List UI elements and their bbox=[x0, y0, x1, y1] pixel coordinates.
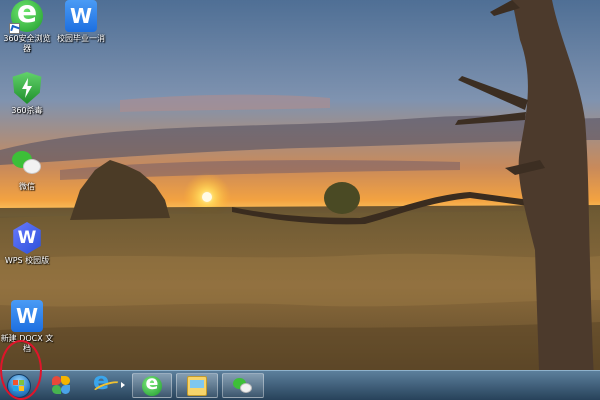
internet-explorer-icon bbox=[93, 367, 115, 395]
start-button[interactable] bbox=[4, 374, 34, 398]
desktop-icon-wechat[interactable]: 微信 bbox=[0, 148, 54, 192]
wps-document-icon bbox=[65, 0, 97, 32]
wechat-icon bbox=[11, 148, 43, 180]
wps-document-icon bbox=[11, 300, 43, 332]
taskbar-wechat[interactable] bbox=[222, 373, 264, 398]
taskbar-pinwheel-app[interactable] bbox=[46, 373, 76, 398]
desktop-icon-label: 校园毕业一消 bbox=[57, 34, 105, 43]
desktop-icon-label: 新建 DOCX 文档 bbox=[0, 334, 54, 353]
360-browser-icon bbox=[9, 0, 43, 34]
desktop-icon-label: WPS 校园版 bbox=[4, 256, 50, 265]
windows-logo-icon bbox=[13, 380, 25, 392]
desktop-icon-360-browser[interactable]: 360安全浏览器 bbox=[0, 0, 54, 54]
desktop-icon-wps-campus[interactable]: WPS 校园版 bbox=[0, 222, 54, 266]
desktop-wallpaper bbox=[0, 0, 600, 400]
desktop-icon-new-docx[interactable]: 新建 DOCX 文档 bbox=[0, 300, 54, 354]
wps-campus-icon bbox=[13, 222, 41, 254]
desktop-icon-label: 360杀毒 bbox=[11, 106, 43, 115]
wechat-icon bbox=[233, 376, 253, 396]
jump-list-arrow-icon bbox=[121, 382, 125, 388]
taskbar-file-explorer[interactable] bbox=[176, 373, 218, 398]
taskbar-360-browser[interactable] bbox=[132, 372, 172, 398]
pinwheel-app-icon bbox=[51, 375, 71, 395]
360-antivirus-icon bbox=[12, 72, 42, 104]
desktop-icon-360-antivirus[interactable]: 360杀毒 bbox=[0, 72, 54, 116]
desktop-icon-label: 微信 bbox=[19, 182, 35, 191]
taskbar-internet-explorer[interactable] bbox=[90, 367, 120, 398]
desktop-icon-wps-document[interactable]: 校园毕业一消 bbox=[54, 0, 108, 44]
desktop-icon-label: 360安全浏览器 bbox=[3, 34, 51, 53]
shortcut-arrow-icon bbox=[9, 23, 20, 34]
360-browser-icon bbox=[142, 372, 162, 396]
file-explorer-icon bbox=[187, 376, 207, 396]
